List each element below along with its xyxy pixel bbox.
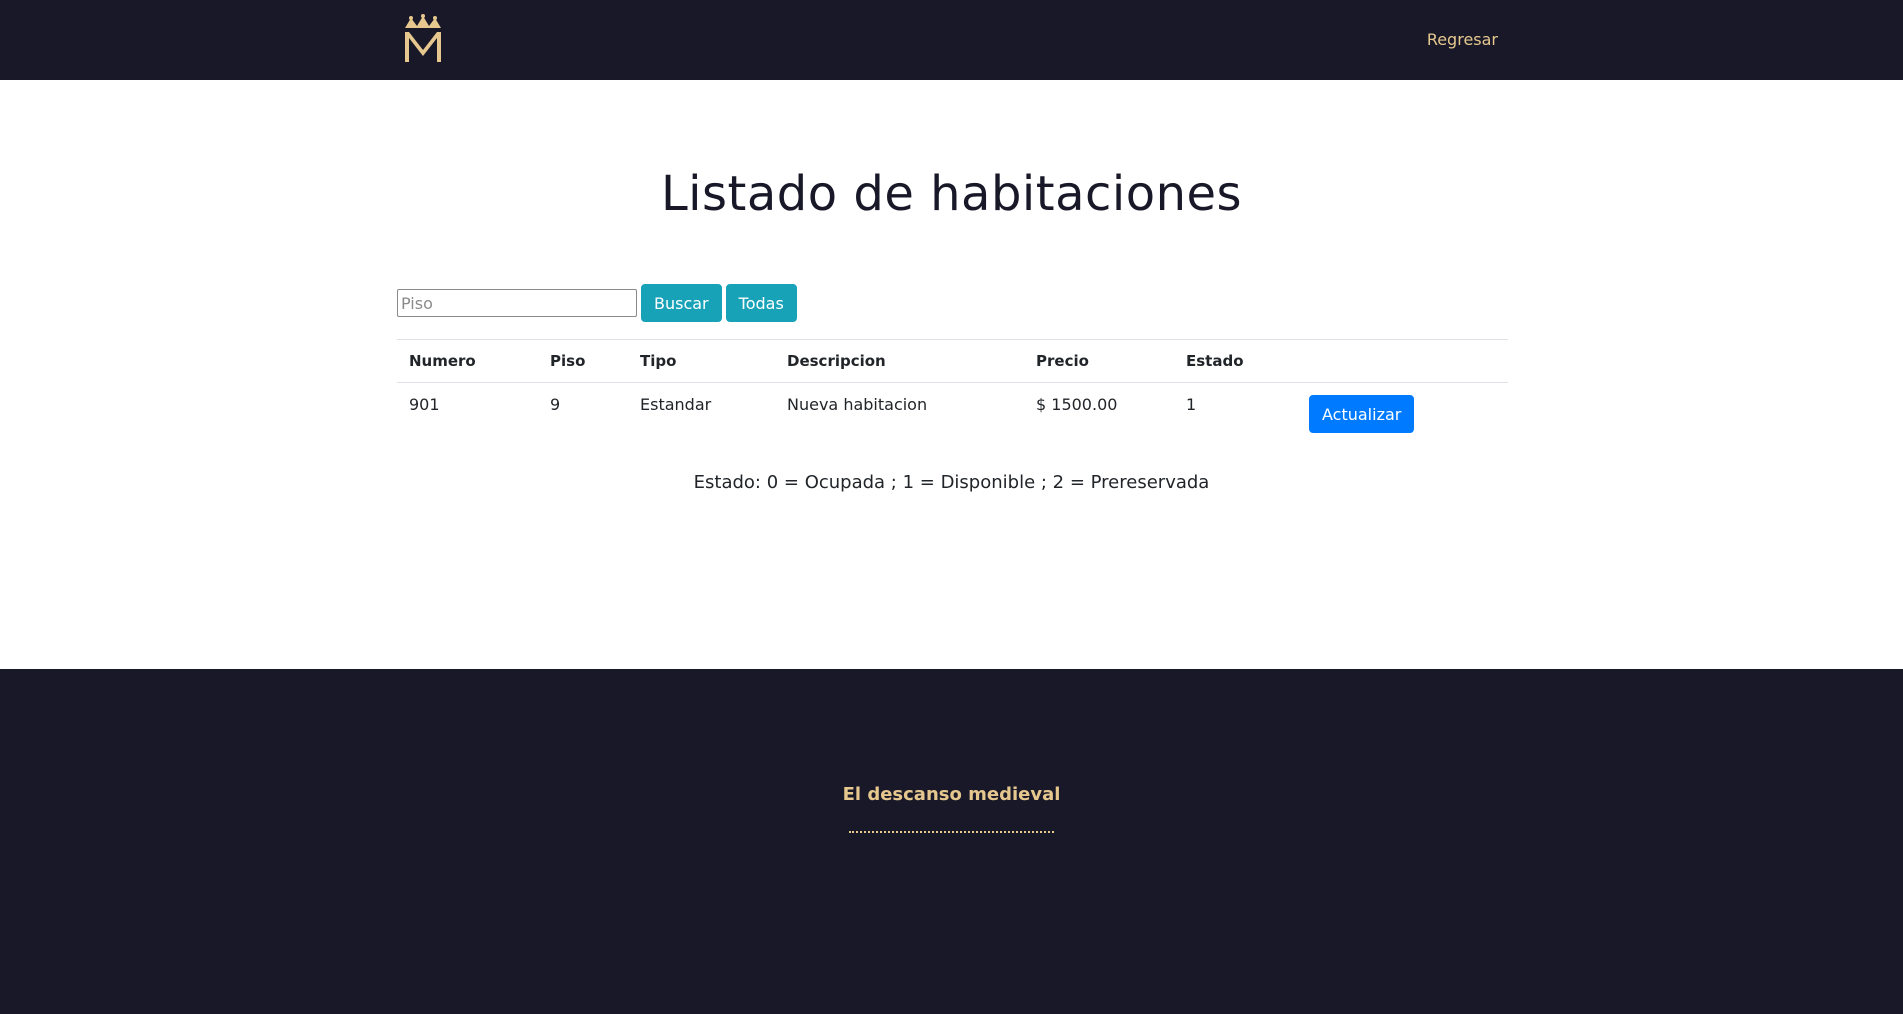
cell-numero: 901 xyxy=(409,395,440,414)
column-header-precio: Precio xyxy=(1024,339,1174,383)
rooms-table: Numero Piso Tipo Descripcion Precio Esta… xyxy=(397,339,1508,445)
column-header-piso: Piso xyxy=(538,339,628,383)
table-header-row: Numero Piso Tipo Descripcion Precio Esta… xyxy=(397,339,1508,383)
column-header-estado: Estado xyxy=(1174,339,1297,383)
page-title: Listado de habitaciones xyxy=(660,166,1243,222)
cell-estado: 1 xyxy=(1186,395,1197,414)
footer-title: El descanso medieval xyxy=(842,784,1061,805)
column-header-descripcion: Descripcion xyxy=(775,339,1024,383)
top-navbar: Regresar xyxy=(0,0,1903,80)
main-content: Listado de habitaciones Buscar Todas Num… xyxy=(0,80,1903,669)
update-room-button[interactable]: Actualizar xyxy=(1309,395,1415,433)
column-header-actions xyxy=(1297,339,1508,383)
cell-piso: 9 xyxy=(550,395,561,414)
search-bar: Buscar Todas xyxy=(397,284,797,322)
cell-tipo: Estandar xyxy=(640,395,712,414)
cell-descripcion: Nueva habitacion xyxy=(787,395,928,414)
footer-divider xyxy=(849,831,1054,833)
cell-precio: $ 1500.00 xyxy=(1036,395,1118,414)
rooms-table-container: Numero Piso Tipo Descripcion Precio Esta… xyxy=(397,339,1508,445)
column-header-numero: Numero xyxy=(397,339,538,383)
show-all-button[interactable]: Todas xyxy=(725,284,797,322)
column-header-tipo: Tipo xyxy=(628,339,775,383)
status-legend: Estado: 0 = Ocupada ; 1 = Disponible ; 2… xyxy=(693,472,1210,493)
cell-actions: Actualizar xyxy=(1297,383,1508,446)
table-row: 901 9 Estandar Nueva habitacion $ 1500.0… xyxy=(397,383,1508,446)
page-footer: El descanso medieval xyxy=(0,669,1903,1014)
floor-search-input[interactable] xyxy=(397,289,637,317)
crown-m-logo-icon[interactable] xyxy=(401,14,445,64)
search-button[interactable]: Buscar xyxy=(641,284,722,322)
back-link[interactable]: Regresar xyxy=(1427,30,1498,49)
